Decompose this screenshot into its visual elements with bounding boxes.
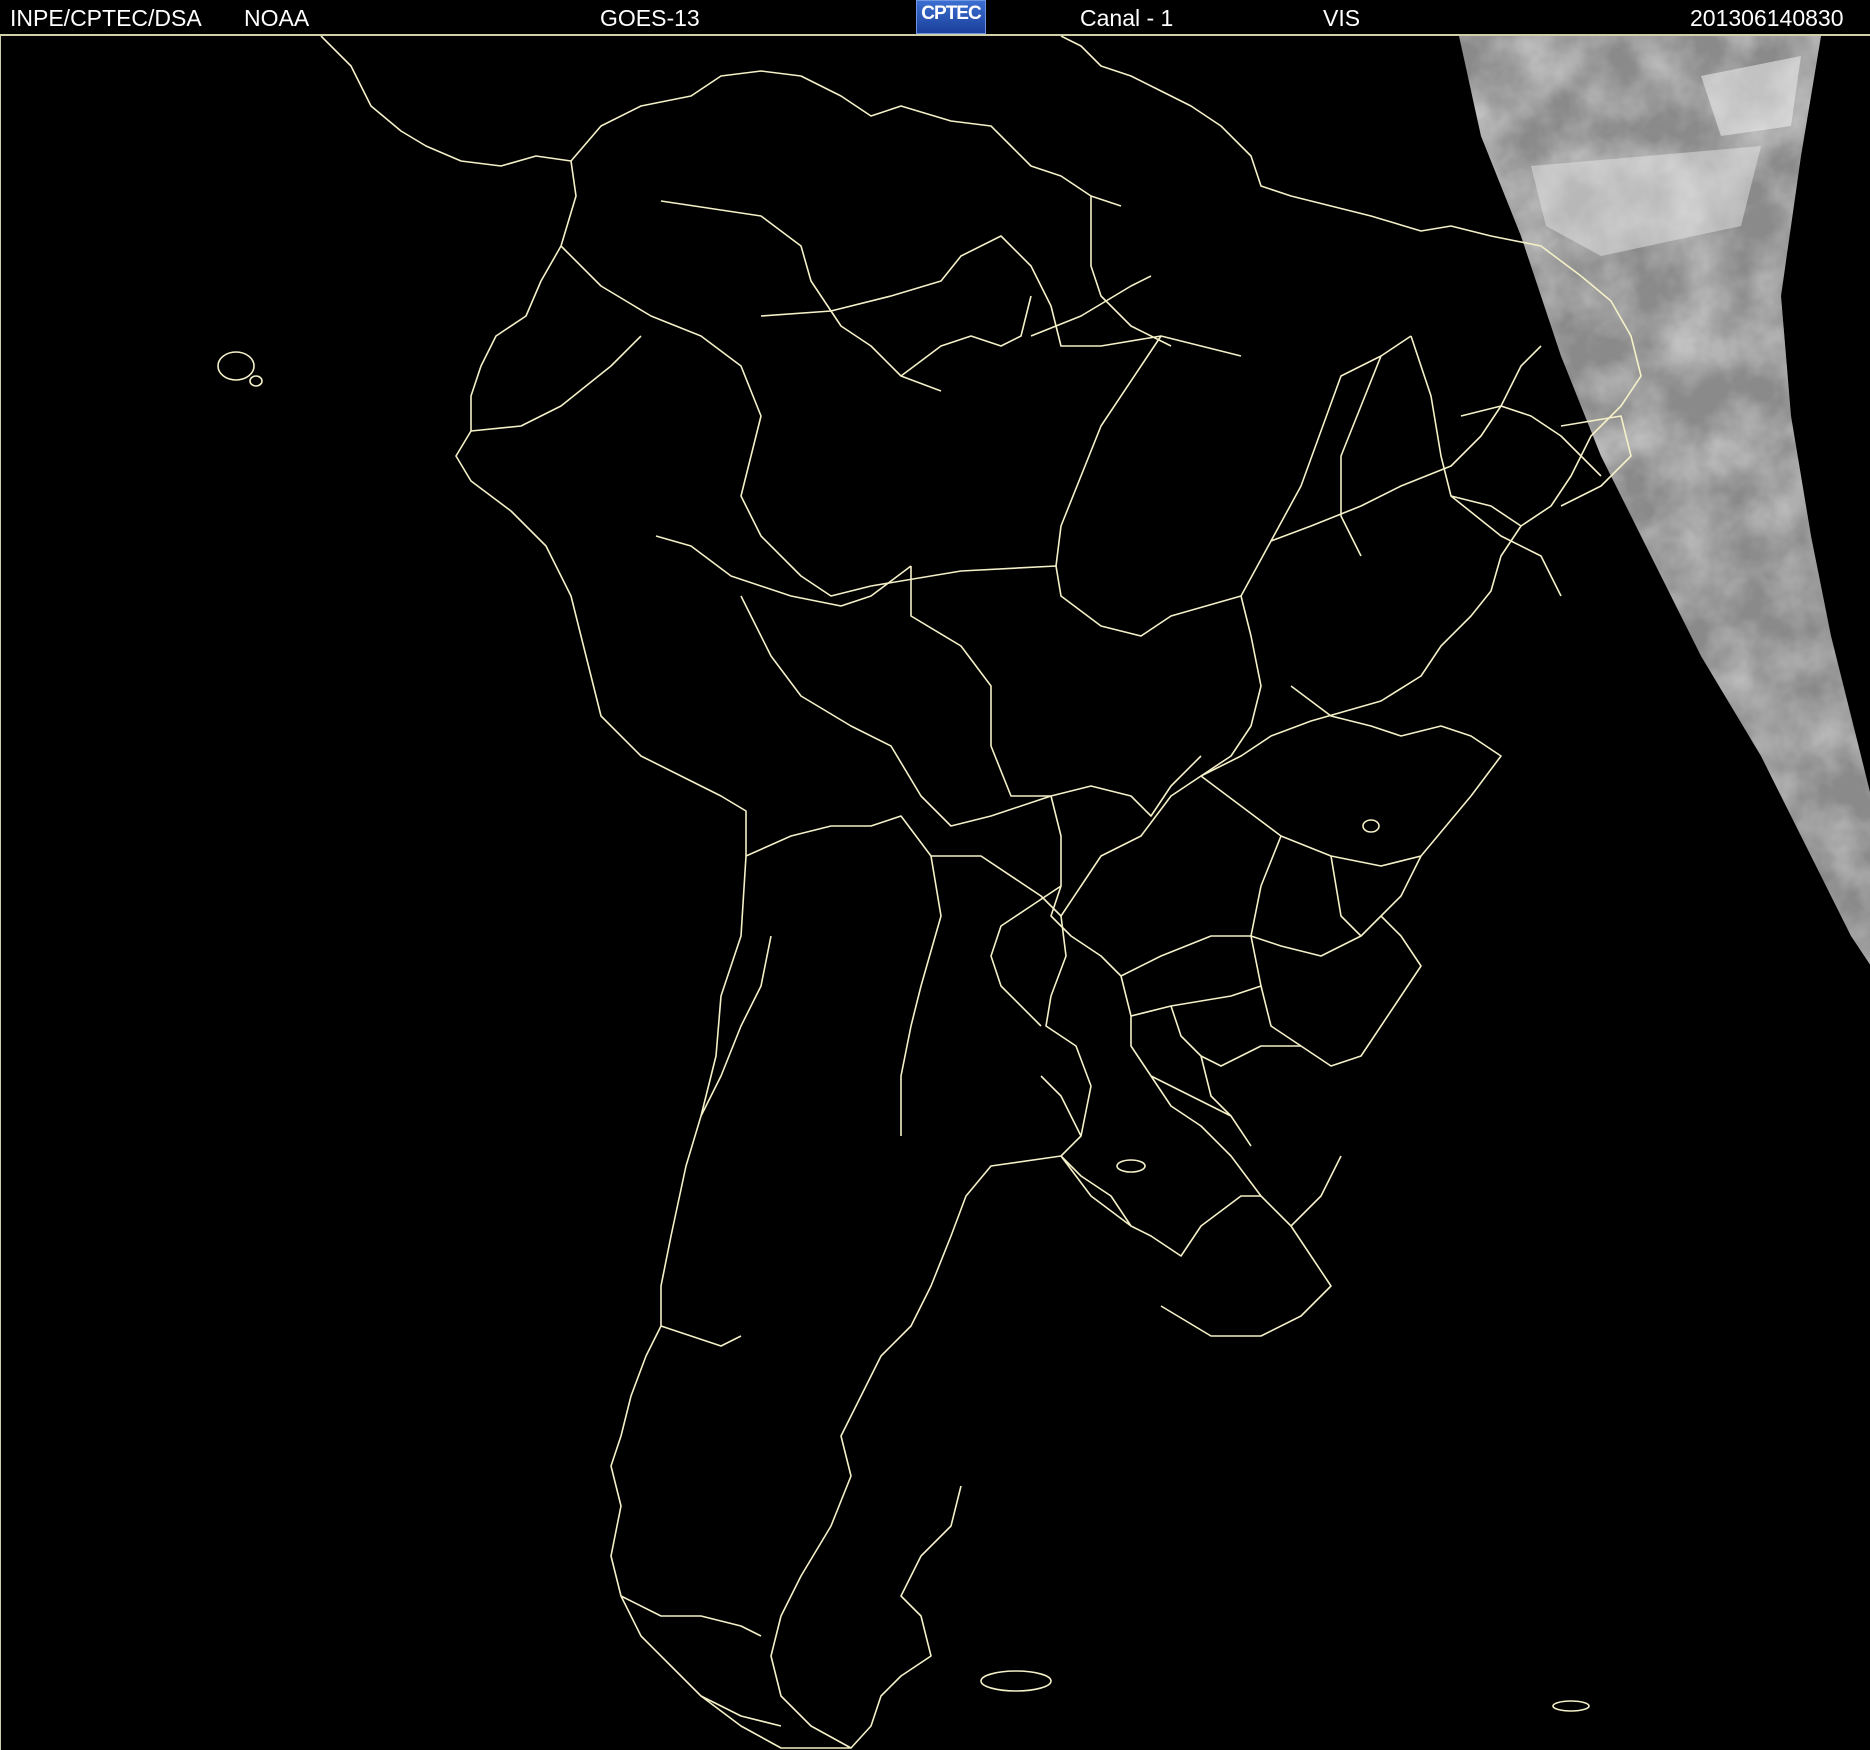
source-label: NOAA bbox=[244, 5, 310, 31]
satellite-label: GOES-13 bbox=[600, 5, 700, 31]
cptec-logo: CPTEC bbox=[916, 0, 986, 34]
coastline bbox=[320, 36, 1642, 1749]
logo-text: CPTEC bbox=[921, 3, 981, 24]
timestamp-label: 201306140830 bbox=[1690, 5, 1844, 31]
cloud-imagery bbox=[1459, 36, 1870, 965]
map-svg bbox=[217, 36, 1870, 1749]
satellite-map bbox=[0, 36, 1870, 1750]
agency-label: INPE/CPTEC/DSA bbox=[10, 5, 202, 31]
header-bar: INPE/CPTEC/DSA NOAA GOES-13 CPTEC Canal … bbox=[0, 0, 1870, 36]
channel-label: Canal - 1 bbox=[1080, 5, 1174, 31]
map-borders bbox=[217, 36, 1642, 1749]
band-label: VIS bbox=[1323, 5, 1361, 31]
